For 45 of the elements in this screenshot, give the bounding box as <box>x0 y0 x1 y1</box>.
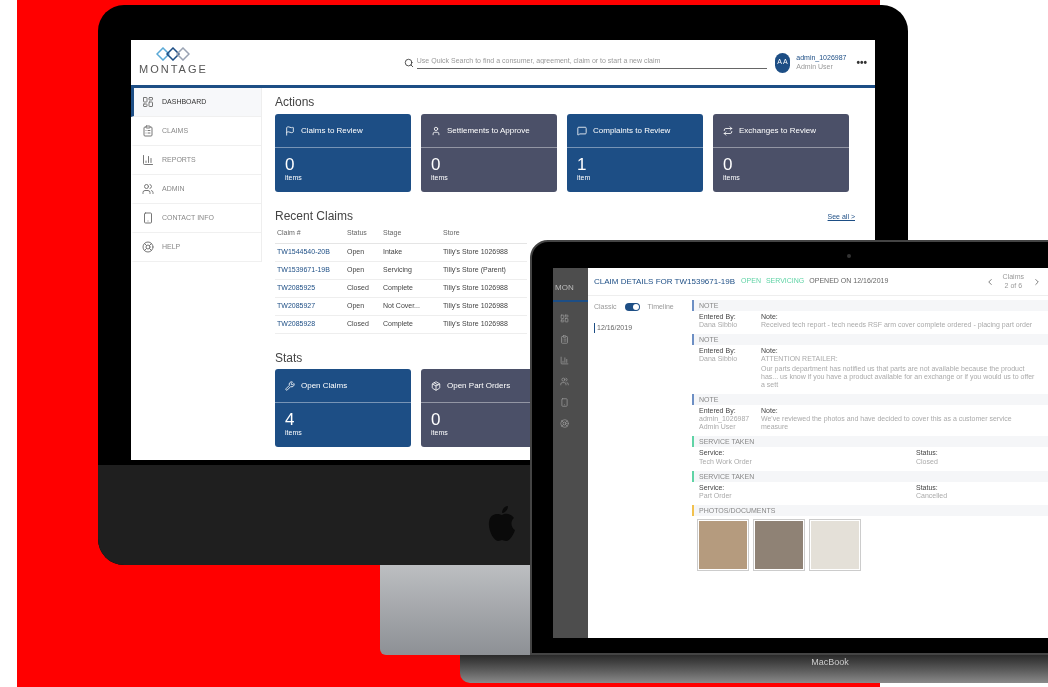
card-icon <box>723 125 733 136</box>
card-count: 1 <box>577 156 588 173</box>
sidebar-icon[interactable] <box>560 419 569 428</box>
card-title: Complaints to Review <box>593 124 671 137</box>
section-heading: Stats <box>275 352 303 364</box>
card-count: 0 <box>431 411 442 428</box>
card-title: Claims to Review <box>301 124 363 137</box>
sidebar-icon <box>142 125 154 137</box>
card-count: 0 <box>723 156 734 173</box>
next-icon[interactable] <box>1032 276 1042 287</box>
card-title: Exchanges to Review <box>739 124 816 137</box>
sidebar-icon[interactable] <box>560 314 569 323</box>
card-icon <box>577 125 587 136</box>
logo-text: MONTAGE <box>139 62 208 78</box>
search-icon <box>403 57 414 68</box>
card-title: Open Claims <box>301 379 348 392</box>
logo-text: MON <box>554 282 574 294</box>
card-title: Open Part Orders <box>447 379 511 392</box>
sidebar-icon <box>142 212 154 224</box>
sidebar-icon[interactable] <box>560 356 569 365</box>
sidebar-icon[interactable] <box>560 335 569 344</box>
sidebar-icon <box>142 183 154 195</box>
claim-title: CLAIM DETAILS FOR TW1539671-19B <box>594 275 736 288</box>
sidebar-icon <box>142 154 154 166</box>
sidebar-icon[interactable] <box>560 398 569 407</box>
card-title: Settlements to Approve <box>447 124 530 137</box>
card-icon <box>431 125 441 136</box>
photo-placeholder[interactable] <box>809 518 861 571</box>
section-heading: Recent Claims <box>275 210 354 222</box>
card-icon <box>431 380 441 391</box>
logo-icon <box>156 47 191 62</box>
card-icon <box>285 380 295 391</box>
more-button[interactable]: ••• <box>856 55 867 70</box>
card-icon <box>285 125 295 136</box>
sidebar-icon[interactable] <box>560 377 569 386</box>
sidebar-icon <box>142 241 154 253</box>
sidebar-icon <box>142 96 154 108</box>
card-count: 4 <box>285 411 296 428</box>
photo-placeholder[interactable] <box>697 518 749 571</box>
photo-placeholder[interactable] <box>753 518 805 571</box>
card-count: 0 <box>285 156 296 173</box>
view-toggle[interactable] <box>624 303 640 312</box>
card-count: 0 <box>431 156 442 173</box>
section-heading: Actions <box>275 96 316 108</box>
brand-label: MacBook <box>811 656 849 669</box>
